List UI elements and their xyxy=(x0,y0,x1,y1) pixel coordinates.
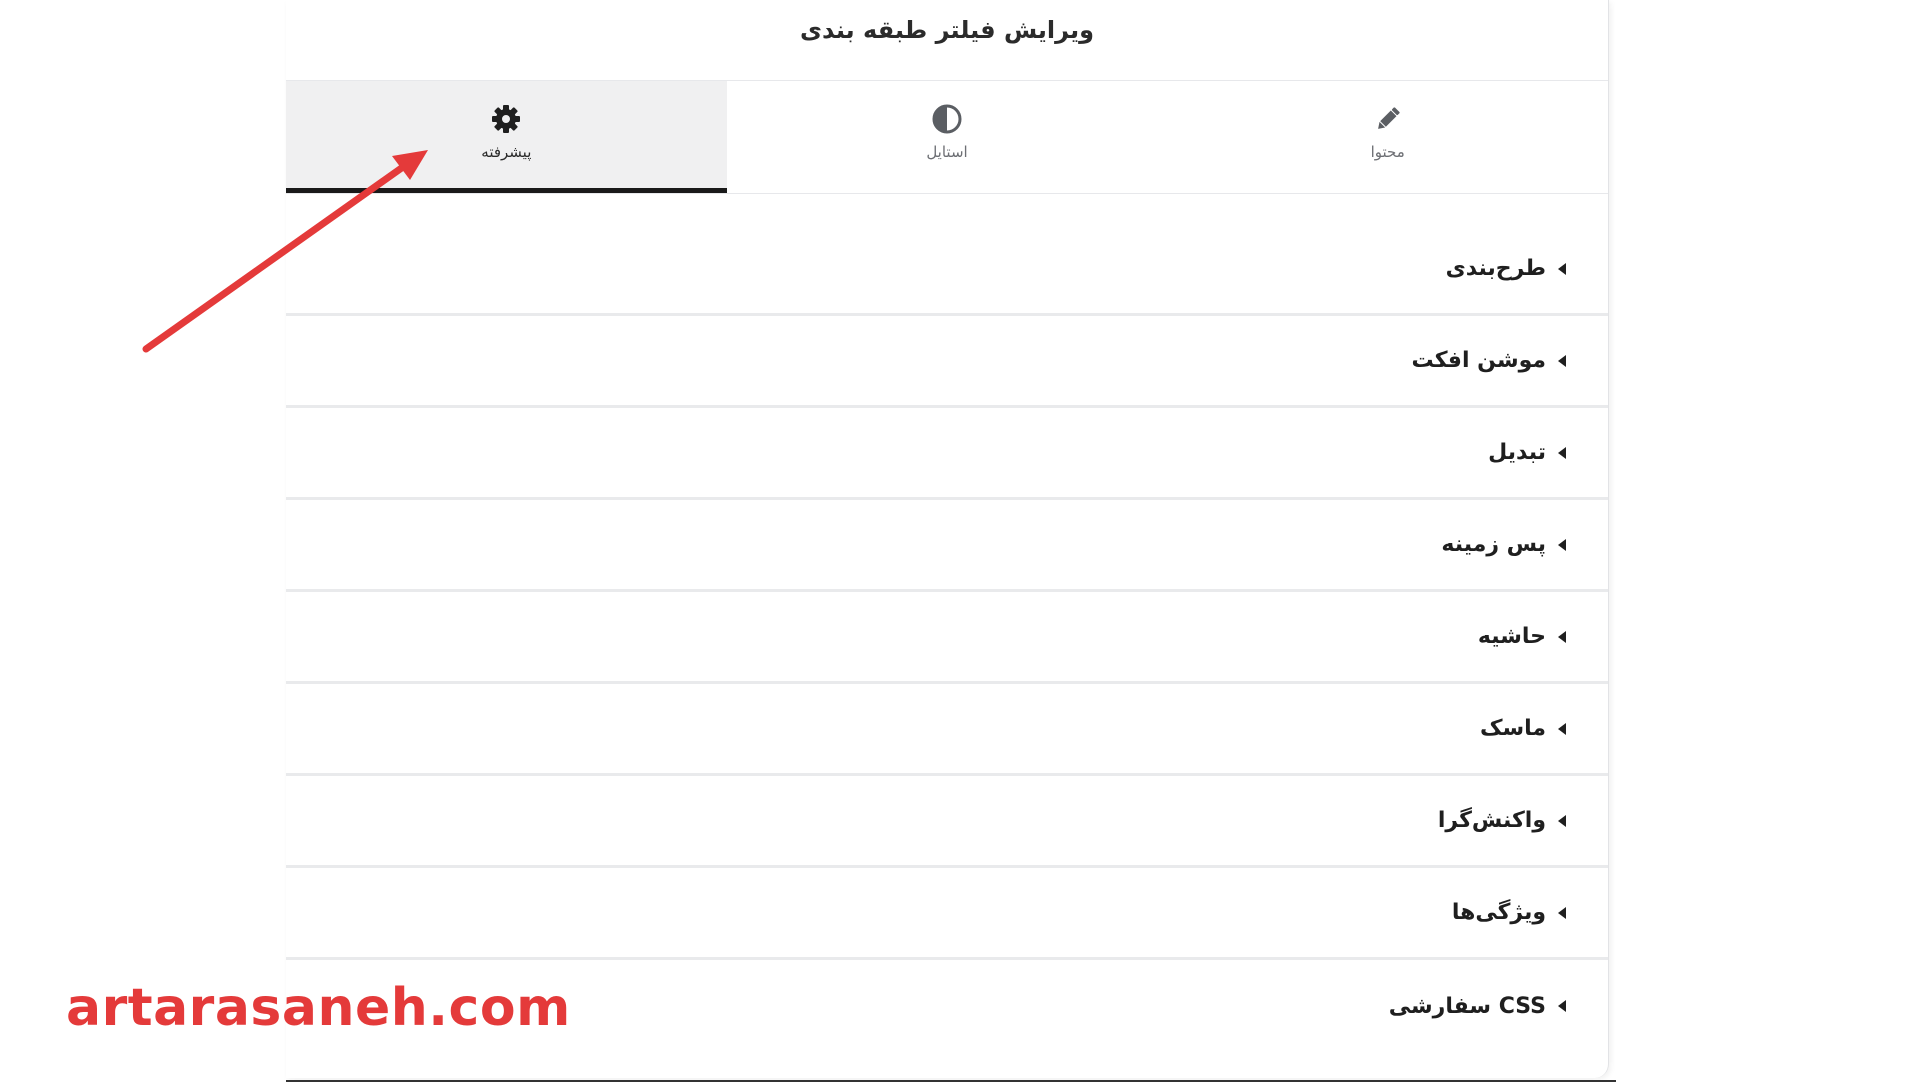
tab-advanced-label: پیشرفته xyxy=(481,143,532,161)
tab-content[interactable]: محتوا xyxy=(1167,81,1608,193)
section-background[interactable]: پس زمینه xyxy=(286,500,1608,592)
tab-style[interactable]: استایل xyxy=(727,81,1168,193)
section-label: ماسک xyxy=(1479,716,1546,741)
section-responsive[interactable]: واکنش‌گرا xyxy=(286,776,1608,868)
caret-left-icon xyxy=(1558,906,1566,919)
gear-icon xyxy=(492,105,521,133)
caret-left-icon xyxy=(1558,1000,1566,1012)
contrast-icon xyxy=(932,104,962,134)
section-attributes[interactable]: ویژگی‌ها xyxy=(286,868,1608,960)
pencil-icon xyxy=(1377,107,1400,129)
section-label: موشن افکت xyxy=(1411,348,1546,373)
section-label: پس زمینه xyxy=(1441,532,1546,557)
caret-left-icon xyxy=(1558,538,1566,551)
section-layout[interactable]: طرح‌بندی xyxy=(286,224,1608,316)
section-list: طرح‌بندی موشن افکت تبدیل پس زمینه حاشیه … xyxy=(286,224,1608,1052)
caret-left-icon xyxy=(1558,630,1566,643)
section-label: تبدیل xyxy=(1488,440,1546,465)
section-label: ویژگی‌ها xyxy=(1451,900,1546,925)
section-label: CSS سفارشی xyxy=(1388,993,1546,1019)
section-motion-effects[interactable]: موشن افکت xyxy=(286,316,1608,408)
section-border[interactable]: حاشیه xyxy=(286,592,1608,684)
caret-left-icon xyxy=(1558,722,1566,735)
section-transform[interactable]: تبدیل xyxy=(286,408,1608,500)
watermark-text: artarasaneh.com xyxy=(66,978,571,1038)
caret-left-icon xyxy=(1558,446,1566,459)
section-mask[interactable]: ماسک xyxy=(286,684,1608,776)
editor-panel: ویرایش فیلتر طبقه بندی پیشرفته استایل مح… xyxy=(286,0,1609,1078)
caret-left-icon xyxy=(1558,354,1566,367)
section-label: حاشیه xyxy=(1477,624,1546,649)
tab-bar: پیشرفته استایل محتوا xyxy=(286,80,1608,194)
dialog-title: ویرایش فیلتر طبقه بندی xyxy=(799,16,1095,44)
section-label: واکنش‌گرا xyxy=(1437,808,1546,833)
caret-left-icon xyxy=(1558,814,1566,827)
section-label: طرح‌بندی xyxy=(1445,256,1546,281)
tab-advanced[interactable]: پیشرفته xyxy=(286,81,727,193)
tab-content-label: محتوا xyxy=(1370,143,1405,161)
tab-style-label: استایل xyxy=(926,143,968,161)
caret-left-icon xyxy=(1558,262,1566,275)
